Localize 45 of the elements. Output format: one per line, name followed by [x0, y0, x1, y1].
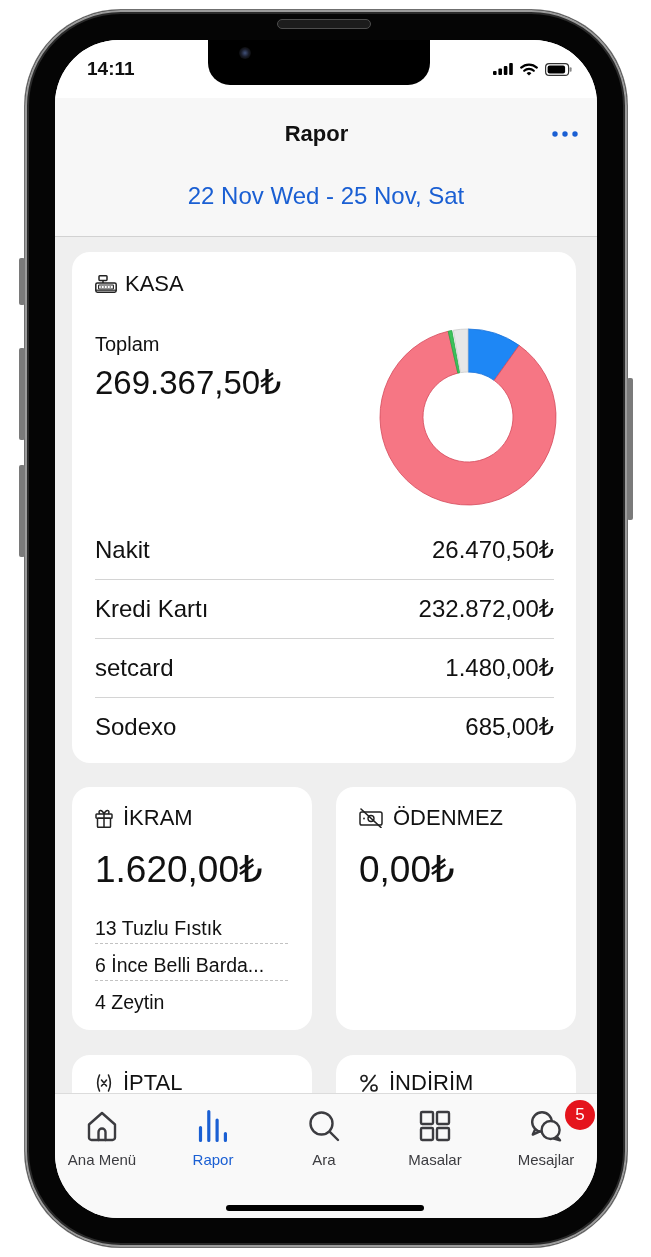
- battery-icon: [545, 62, 572, 76]
- payment-method-label: Sodexo: [95, 713, 177, 741]
- tab-bar-item[interactable]: Masalar: [388, 1094, 482, 1169]
- screen-title: Rapor: [284, 120, 349, 148]
- grid-icon: [418, 1109, 452, 1143]
- chat-bubbles-icon: [529, 1109, 563, 1143]
- status-time: 14:11: [87, 58, 135, 80]
- card-title: KASA: [125, 272, 184, 296]
- percent-icon: [359, 1072, 379, 1093]
- tab-bar-item[interactable]: Mesajlar 5: [499, 1094, 593, 1169]
- more-icon[interactable]: [552, 131, 578, 137]
- tab-bar-item[interactable]: Ana Menü: [55, 1094, 149, 1169]
- treat-item: 13 Tuzlu Fıstık: [95, 907, 288, 944]
- payment-amount: 685,00₺: [465, 713, 554, 741]
- payment-method-label: Kredi Kartı: [95, 595, 209, 623]
- payment-amount: 232.872,00₺: [418, 595, 554, 623]
- treat-item: 4 Zeytin: [95, 990, 166, 1015]
- card-title: ÖDENMEZ: [393, 807, 503, 828]
- card-amount: 1.620,00₺: [95, 849, 264, 891]
- payment-method-label: Nakit: [95, 536, 150, 564]
- notification-count: 5: [565, 1100, 595, 1130]
- total-label: Toplam: [95, 333, 161, 355]
- card-amount: 0,00₺: [359, 849, 456, 891]
- tab-bar-item[interactable]: Ara: [277, 1094, 371, 1169]
- camera-lens-icon: [239, 47, 251, 59]
- payment-amount: 1.480,00₺: [445, 654, 554, 682]
- banknote-slash-icon: [359, 807, 383, 828]
- gift-icon: [95, 807, 113, 828]
- bar-chart-icon: [196, 1109, 230, 1143]
- search-icon: [307, 1109, 341, 1143]
- date-range-link[interactable]: 22 Nov Wed - 25 Nov, Sat: [187, 182, 465, 210]
- wifi-icon: [520, 62, 538, 76]
- treat-item: 6 İnce Belli Barda...: [95, 944, 288, 981]
- payment-method-label: setcard: [95, 654, 174, 682]
- payment-amount: 26.470,50₺: [431, 536, 554, 564]
- phone-side-key: [19, 258, 25, 305]
- cash-register-icon: [95, 275, 117, 293]
- house-icon: [85, 1109, 119, 1143]
- signal-icon: [493, 63, 513, 75]
- tab-bar-item[interactable]: Rapor: [166, 1094, 260, 1169]
- x-in-parentheses-icon: [95, 1072, 113, 1093]
- card-title: İPTAL: [123, 1072, 183, 1093]
- card-title: İKRAM: [123, 807, 193, 828]
- total-amount: 269.367,50₺: [95, 364, 282, 402]
- card-title: İNDİRİM: [389, 1072, 474, 1093]
